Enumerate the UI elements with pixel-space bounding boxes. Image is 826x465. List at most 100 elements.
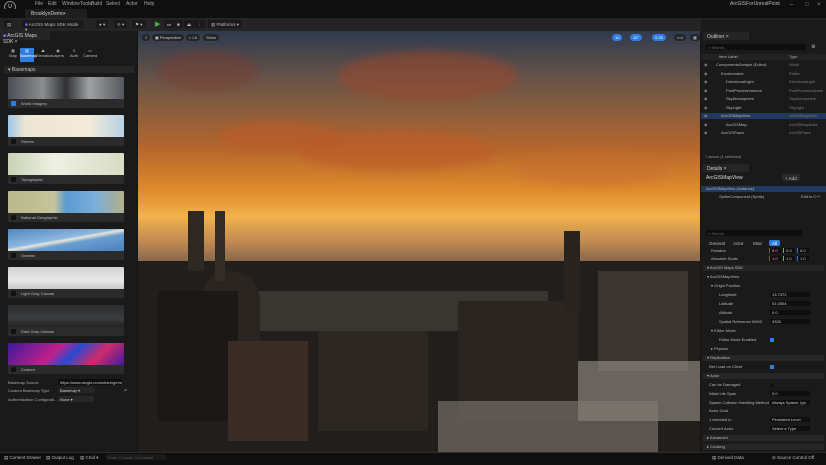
filter-actor[interactable]: Actor [730,240,747,246]
grid-snap-button[interactable]: 10 [612,34,623,41]
section-replication[interactable]: ▾ Replication [703,355,824,361]
visibility-icon[interactable]: ◉ [704,105,708,110]
outliner-row[interactable]: ◉ ArcGISMapView ArcGISMapView [701,113,826,119]
section-arcgis-sdk[interactable]: ▾ ArcGIS Maps SDK [703,265,824,271]
actor-property-value[interactable]: Always Spawn, Ign [770,399,810,405]
editor-mode-enabled-checkbox[interactable] [770,338,774,342]
menu-edit[interactable]: Edit [48,1,57,7]
menu-window[interactable]: Window [62,1,80,7]
menu-select[interactable]: Select [106,1,120,7]
details-tab[interactable]: Details × [703,164,749,172]
actor-property-value[interactable]: Select a Type [770,426,810,431]
cinematics-button[interactable]: ⚑ ▾ [132,20,146,28]
item-label-column[interactable]: Item Label [719,54,738,59]
play-options-button[interactable]: ⋮ [194,20,205,28]
basemap-dark-gray-canvas[interactable]: Dark Gray Canvas [8,305,124,336]
auth-config-select[interactable]: None ▾ [58,396,94,402]
outliner-row[interactable]: ◉ SkyAtmosphere SkyAtmosphere [701,96,826,102]
actor-property-value[interactable]: Persistent Level [770,417,810,423]
section-mapview[interactable]: ▾ ArcGISMapView [701,274,826,280]
component-row[interactable]: SpriteComponent (Sprite) Edit in C++ [701,194,826,200]
section-cooking[interactable]: ▸ Cooking [703,444,824,450]
can-be-damaged-checkbox[interactable] [770,383,774,387]
minimize-button[interactable]: – [790,2,793,8]
outliner-row[interactable]: ◉ PostProcessVolume PostProcessVolume [701,88,826,94]
basemap-checkbox[interactable] [11,139,16,144]
visibility-icon[interactable]: ◉ [704,88,708,93]
basemap-checkbox[interactable] [11,291,16,296]
visibility-icon[interactable]: ◉ [704,113,708,118]
menu-file[interactable]: File [35,1,43,7]
platforms-button[interactable]: ▥ Platforms ▾ [208,20,243,28]
origin-property-input[interactable]: 4326 [770,319,810,324]
details-search-input[interactable]: ⌕ Search [706,230,802,236]
lit-button[interactable]: ◐ Lit [186,34,200,41]
basemap-oceans[interactable]: Oceans [8,229,124,260]
output-log-button[interactable]: ▤ Output Log [46,455,74,461]
perspective-button[interactable]: ▣ Perspective [152,34,184,41]
scale-y[interactable]: 1.0 [783,256,795,261]
basemap-world-imagery[interactable]: World Imagery [8,77,124,108]
actor-property-value[interactable] [770,408,810,413]
mode-layers[interactable]: ◉ Layers [51,48,65,62]
visibility-icon[interactable]: ◉ [704,79,708,84]
visibility-icon[interactable]: ◉ [704,96,708,101]
mode-basemap[interactable]: ▤ Basemap [20,48,37,62]
rotation-y[interactable]: 0.0 [783,248,795,253]
visibility-icon[interactable]: ◉ [704,130,708,135]
add-content-button[interactable]: ● ▾ [96,20,109,28]
menu-actor[interactable]: Actor [126,1,138,7]
document-tab[interactable]: BrooklynDemo• [25,9,87,18]
source-control-button[interactable]: ⊘ Source Control Off [772,455,814,461]
mode-selector[interactable]: ■ ArcGIS Maps SDK Mode ▾ [22,20,84,32]
basemaps-section-header[interactable]: ▾ Basemaps [4,66,134,73]
section-editor-mode[interactable]: ▾ Editor Mode [701,328,826,334]
scale-z[interactable]: 1.0 [797,256,809,261]
mode-map[interactable]: ▦ Map [6,48,20,62]
eject-button[interactable]: ⏏ [184,20,195,28]
basemap-checkbox[interactable] [11,367,16,372]
net-load-checkbox[interactable] [770,365,774,369]
viewport-layout-button[interactable]: ▦ [690,34,700,41]
edit-cpp-link[interactable]: Edit in C++ [801,194,821,199]
rotation-snap-button[interactable]: 10° [630,34,643,41]
outliner-row[interactable]: ◉ ArcGISMap ArcGISMapActor [701,122,826,128]
basemap-light-gray-canvas[interactable]: Light Gray Canvas [8,267,124,298]
section-actor[interactable]: ▾ Actor [703,373,824,379]
basemap-checkbox[interactable] [11,177,16,182]
visibility-icon[interactable]: ◉ [704,62,708,67]
basemap-topographic[interactable]: Topographic [8,153,124,184]
basemap-source-input[interactable]: https://www.arcgis.com/sharing/rest [58,379,122,385]
camera-speed-button[interactable]: ▭4 [674,34,687,41]
menu-tools[interactable]: Tools [80,1,92,7]
outliner-row[interactable]: ◉ ArcGISPawn ArcGISPawn [701,130,826,136]
visibility-icon[interactable]: ◉ [704,122,708,127]
console-input[interactable]: Enter Console Command [106,454,166,460]
origin-property-input[interactable]: 13.7372 [770,292,810,297]
step-button[interactable]: ⏭ [164,20,175,28]
outliner-settings-icon[interactable]: ⚙ [811,44,815,50]
outliner-row[interactable]: ◉ Environment Folder [701,71,826,77]
outliner-search-input[interactable]: ⌕ Search... [706,44,806,50]
level-viewport[interactable] [138,31,700,452]
basemap-checkbox[interactable] [11,253,16,258]
custom-basemap-type-select[interactable]: Basemap ▾ [58,387,94,393]
instance-row[interactable]: ArcGISMapView (Instance) [701,186,826,192]
menu-build[interactable]: Build [91,1,102,7]
basemap-streets[interactable]: Streets [8,115,124,146]
save-icon[interactable]: ▤ [4,20,12,28]
filter-all[interactable]: All [769,240,781,246]
stop-button[interactable]: ■ [174,20,183,28]
derived-data-button[interactable]: ▤ Derived Data [712,455,744,461]
content-drawer-button[interactable]: ▤ Content Drawer [4,455,41,461]
scale-x[interactable]: 1.0 [769,256,781,261]
basemap-checkbox[interactable] [11,101,16,106]
mode-elevation[interactable]: ⛰ Elevation [36,48,52,62]
rotation-z[interactable]: 0.0 [797,248,809,253]
blueprint-button[interactable]: ⁜ ▾ [114,20,128,28]
play-button[interactable]: ▶ [155,20,161,28]
menu-help[interactable]: Help [144,1,154,7]
visibility-icon[interactable]: ◉ [704,71,708,76]
section-origin-position[interactable]: ▾ Origin Position [701,283,826,289]
add-component-button[interactable]: + Add [782,174,800,181]
